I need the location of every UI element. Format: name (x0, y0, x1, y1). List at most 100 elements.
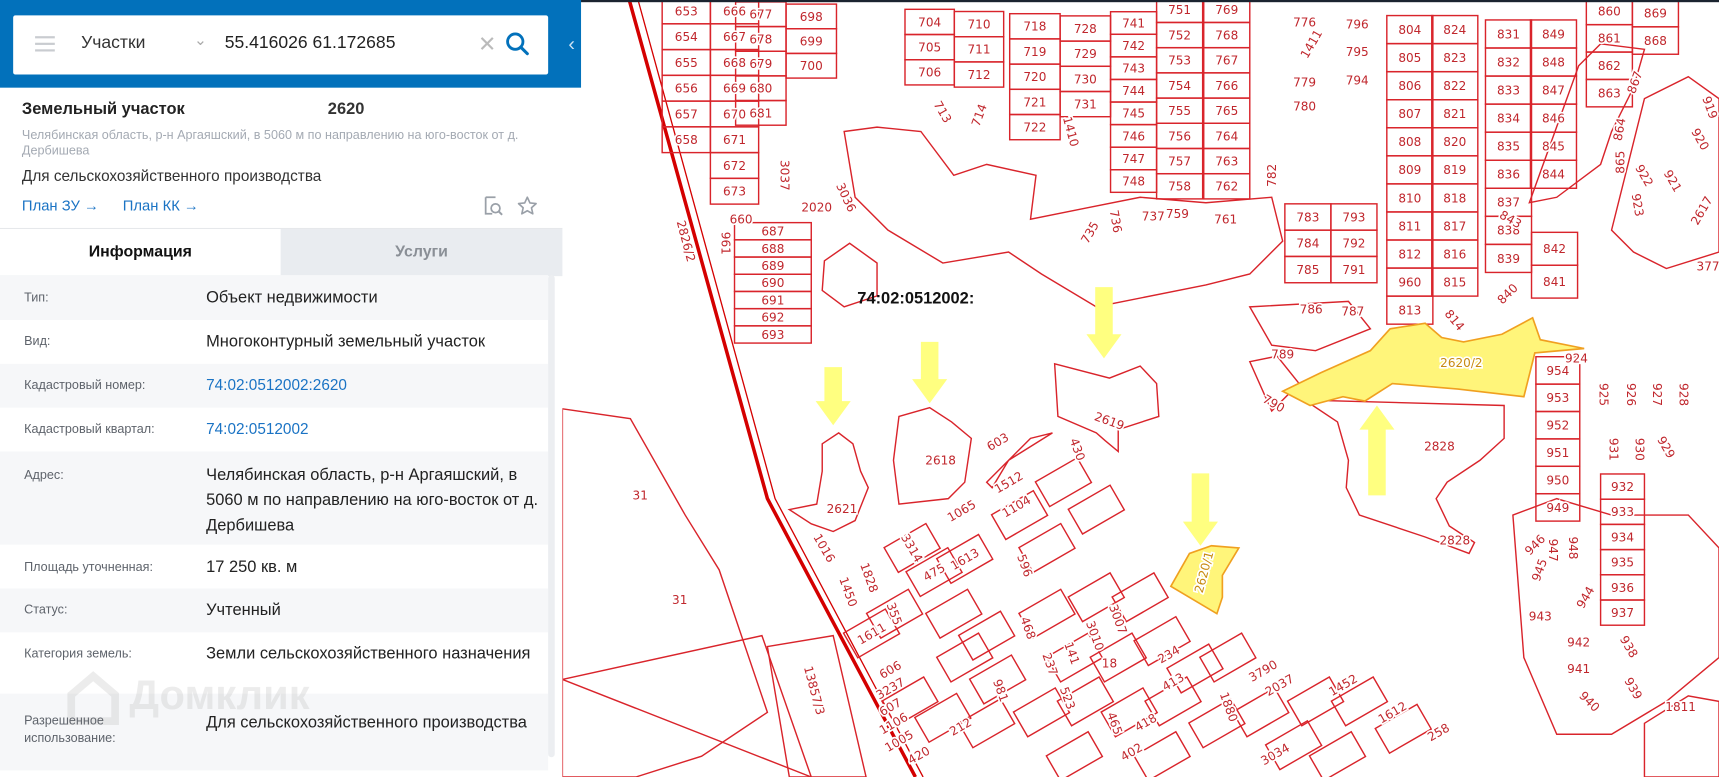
parcel-label: 742 (1122, 39, 1145, 53)
parcel-label: 748 (1122, 174, 1145, 188)
parcel-label: 948 (1566, 536, 1580, 559)
parcel-label: 812 (1398, 247, 1421, 261)
parcel-label: 762 (1215, 180, 1238, 194)
app-stage: 653 654 655 656 657 658 666 667 668 669 670 671 672 6… (0, 0, 1719, 777)
parcel-label: 818 (1443, 191, 1466, 205)
parcel-label: 1880 (1217, 690, 1241, 724)
parcel-label: 751 (1168, 3, 1191, 17)
parcel-label: 951 (1546, 446, 1569, 460)
info-label: Статус: (24, 603, 68, 617)
cadastral-quarter-link[interactable]: 74:02:0512002 (206, 416, 540, 441)
parcel-label: 468 (1017, 615, 1038, 641)
parcel-label: 680 (749, 82, 772, 96)
collapse-panel-button[interactable]: ‹ (562, 22, 581, 66)
parcel-label: 3037 (778, 160, 792, 191)
parcel-label: 841 (1543, 275, 1566, 289)
parcel-label: 670 (723, 107, 746, 121)
parcel-label: 820 (1443, 135, 1466, 149)
parcel-label: 789 (1271, 347, 1294, 361)
parcel-outline (924, 588, 983, 640)
parcel-label: 809 (1398, 163, 1421, 177)
parcel-label: 763 (1215, 154, 1238, 168)
parcel-label: 596 (1014, 552, 1035, 578)
parcel-label: 954 (1546, 364, 1569, 378)
plan-zu-link[interactable]: План ЗУ → (22, 197, 99, 213)
parcel-label: 13857/3 (801, 665, 827, 717)
parcel-label: 1512 (992, 469, 1026, 496)
chevron-down-icon[interactable]: ⌄ (194, 31, 207, 50)
parcel-label: 824 (1443, 23, 1466, 37)
parcel-label: 718 (1023, 20, 1046, 34)
tab-information[interactable]: Информация (0, 229, 281, 277)
search-header: Участки ⌄ 55.416026 61.172685 ✕ ‹ (0, 0, 582, 88)
parcel-label: 834 (1497, 112, 1520, 126)
parcel-label: 730 (1074, 72, 1097, 86)
info-value: Земли сельскохозяйственного назначения (206, 644, 531, 664)
parcel-label: 861 (1598, 32, 1621, 46)
clear-icon[interactable]: ✕ (478, 31, 496, 58)
info-label: Площадь уточненная: (24, 561, 153, 575)
parcel-label: 31 (672, 593, 687, 607)
search-document-icon[interactable] (482, 195, 504, 217)
parcel-label: 654 (675, 30, 698, 44)
parcel-label: 141 (1061, 640, 1082, 666)
parcel-label: 779 (1293, 76, 1316, 90)
parcel-label: 744 (1122, 84, 1145, 98)
search-category-select[interactable]: Участки (81, 34, 145, 54)
parcel-label: 933 (1611, 505, 1634, 519)
parcel-label: 821 (1443, 107, 1466, 121)
parcel-label: 719 (1023, 45, 1046, 59)
parcel-label: 845 (1542, 140, 1565, 154)
info-label: Тип: (24, 291, 49, 305)
parcel-label: 940 (1576, 689, 1602, 715)
info-label: Разрешенное использование: (24, 714, 116, 746)
search-input[interactable]: 55.416026 61.172685 (225, 34, 396, 54)
parcel-label: 3034 (1258, 741, 1292, 768)
parcel-label: 926 (1624, 383, 1638, 406)
parcel-outline (935, 632, 994, 683)
info-value: Объект недвижимости (206, 288, 378, 307)
search-icon[interactable] (504, 31, 530, 57)
parcel-label: 822 (1443, 79, 1466, 93)
parcel-label: 669 (723, 82, 746, 96)
parcel-label: 961 (718, 232, 732, 255)
parcel-label: 1828 (857, 561, 881, 595)
highlighted-parcel-2620-2 (1280, 316, 1585, 407)
tab-services[interactable]: Услуги (280, 229, 563, 277)
parcel-label: 937 (1611, 606, 1634, 620)
parcel-label: 785 (1296, 263, 1319, 277)
star-icon[interactable] (516, 195, 538, 217)
parcel-label: 806 (1398, 79, 1421, 93)
parcel-label: 952 (1546, 419, 1569, 433)
parcel-label: 766 (1215, 79, 1238, 93)
parcel-label: 936 (1611, 581, 1634, 595)
parcel-label: 928 (1677, 383, 1691, 406)
parcel-label: 2828 (1424, 439, 1455, 453)
scrollbar[interactable] (548, 275, 555, 758)
arrow-up-icon (1359, 405, 1395, 496)
parcel-label: 720 (1023, 70, 1046, 84)
parcel-label: 722 (1023, 121, 1046, 135)
plan-kk-link[interactable]: План КК → (123, 197, 199, 213)
parcel-label: 653 (675, 4, 698, 18)
info-value: 17 250 кв. м (206, 557, 298, 577)
parcel-label: 1450 (836, 575, 860, 609)
parcel-label: 924 (1565, 352, 1588, 366)
parcel-outline (1034, 456, 1093, 508)
menu-icon[interactable] (35, 36, 55, 52)
object-address: Челябинская область, р-н Аргаяшский, в 5… (21, 129, 519, 158)
parcel-label: 819 (1443, 163, 1466, 177)
parcel-label: 934 (1611, 530, 1634, 544)
parcel-label: 754 (1168, 79, 1191, 93)
parcel-label: 939 (1621, 675, 1645, 702)
parcel-label: 780 (1293, 100, 1316, 114)
parcel-label: 693 (761, 328, 784, 342)
parcel-label: 761 (1214, 213, 1237, 227)
parcel-label: 735 (1078, 219, 1102, 246)
parcel-label: 844 (1542, 168, 1565, 182)
cadastral-number-link[interactable]: 74:02:0512002:2620 (206, 373, 540, 398)
info-row-status: Статус: Учтенный (0, 588, 549, 633)
parcel-label: 2618 (925, 454, 956, 468)
parcel-label: 3314 (898, 531, 925, 565)
parcel-label: 839 (1497, 252, 1520, 266)
